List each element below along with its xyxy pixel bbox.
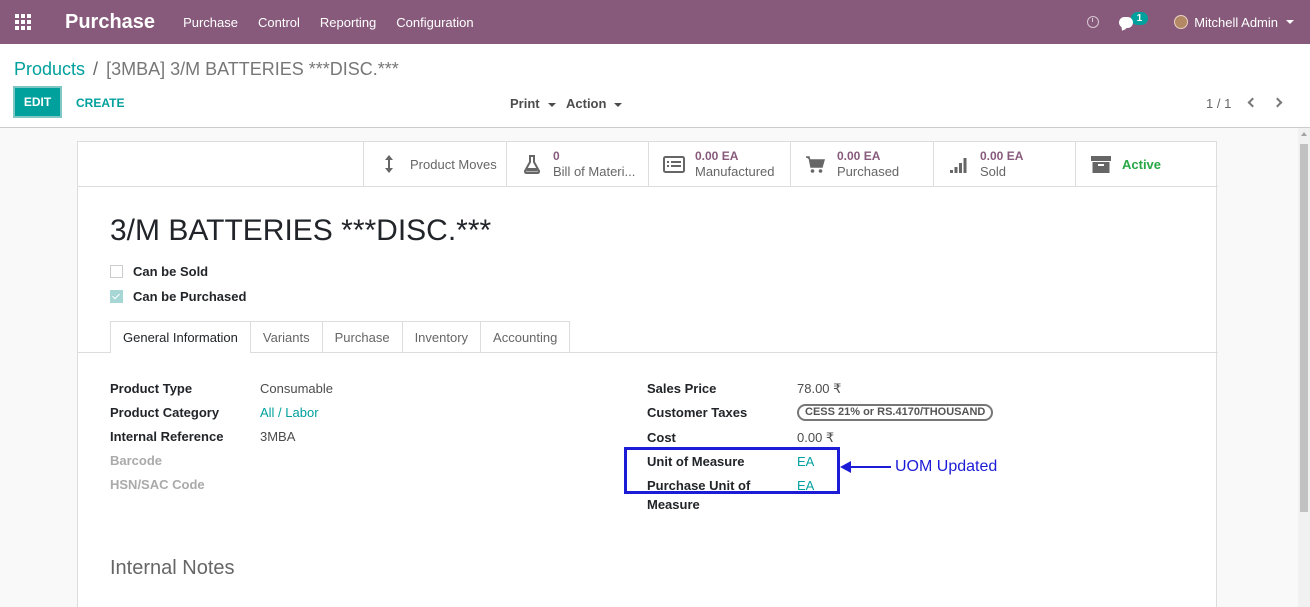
control-panel: Products / [3MBA] 3/M BATTERIES ***DISC.**… (0, 44, 1310, 128)
can-be-sold-checkbox[interactable] (110, 265, 123, 278)
sold-label: Sold (980, 164, 1007, 179)
navbar-right: 1 Mitchell Admin (1086, 0, 1310, 44)
purchased-value: 0.00 EA (837, 149, 881, 163)
sold-value: 0.00 EA (980, 149, 1024, 163)
barcode-label: Barcode (110, 453, 163, 468)
manufactured-button[interactable]: 0.00 EA Manufactured (648, 142, 790, 186)
print-dropdown-label: Print (510, 96, 540, 111)
print-dropdown[interactable]: Print (510, 96, 556, 111)
breadcrumb-products-link[interactable]: Products (14, 59, 85, 79)
product-category-label: Product Category (110, 405, 220, 420)
form-tabs: General Information Variants Purchase In… (110, 321, 571, 353)
can-be-purchased-row: Can be Purchased (110, 289, 246, 304)
scrollbar-thumb[interactable] (1300, 144, 1308, 512)
scroll-up-arrow-icon[interactable] (1301, 132, 1307, 136)
tab-accounting[interactable]: Accounting (480, 321, 571, 352)
message-count-badge: 1 (1130, 12, 1149, 25)
internal-reference-label: Internal Reference (110, 429, 224, 444)
updown-arrow-icon (385, 155, 393, 173)
form-sheet: Product Moves 0 Bill of Materi... 0.00 EA… (77, 141, 1218, 607)
breadcrumb: Products / [3MBA] 3/M BATTERIES ***DISC.**… (14, 59, 399, 80)
user-menu-name[interactable]: Mitchell Admin (1194, 15, 1278, 30)
internal-notes-heading: Internal Notes (110, 557, 235, 579)
action-dropdown-label: Action (566, 96, 607, 111)
breadcrumb-current: [3MBA] 3/M BATTERIES ***DISC.*** (106, 59, 399, 79)
menu-item-configuration[interactable]: Configuration (396, 15, 473, 30)
internal-reference-value: 3MBA (260, 429, 296, 444)
breadcrumb-separator: / (93, 59, 99, 79)
customer-tax-tag: CESS 21% or RS.4170/THOUSAND (797, 404, 994, 421)
product-category-link[interactable]: All / Labor (260, 405, 319, 420)
customer-taxes-label: Customer Taxes (647, 405, 748, 420)
uom-highlight-box (624, 447, 840, 494)
can-be-sold-row: Can be Sold (110, 264, 208, 279)
print-caret-icon (547, 102, 556, 107)
tab-variants[interactable]: Variants (249, 321, 323, 352)
bom-label: Bill of Materi... (553, 164, 636, 179)
purchase-uom-label-line2: Measure (647, 497, 700, 512)
smart-button-box: Product Moves 0 Bill of Materi... 0.00 EA… (363, 142, 1216, 186)
messages-chat-icon[interactable] (1118, 16, 1133, 28)
shopping-cart-icon (806, 156, 825, 173)
action-caret-icon (614, 102, 623, 107)
apps-menu-icon[interactable] (0, 0, 46, 44)
sold-button[interactable]: 0.00 EA Sold (933, 142, 1075, 186)
purchased-button[interactable]: 0.00 EA Purchased (790, 142, 933, 186)
product-moves-label: Product Moves (410, 156, 497, 172)
pager-previous-icon[interactable] (1247, 97, 1258, 108)
can-be-sold-label: Can be Sold (133, 264, 209, 279)
purchased-label: Purchased (837, 164, 900, 179)
cost-value: 0.00 ₹ (797, 430, 835, 445)
main-menu: Purchase Control Reporting Configuration (183, 15, 494, 30)
button-box-divider (78, 186, 1218, 187)
menu-item-reporting[interactable]: Reporting (320, 15, 376, 30)
app-title[interactable]: Purchase (65, 11, 155, 34)
uom-updated-annotation: UOM Updated (895, 458, 998, 475)
cost-label: Cost (647, 430, 676, 445)
can-be-purchased-checkbox[interactable] (110, 290, 123, 303)
user-menu-caret-icon[interactable] (1286, 20, 1294, 24)
can-be-purchased-label: Can be Purchased (133, 289, 247, 304)
archive-box-icon (1091, 156, 1111, 173)
tab-inventory[interactable]: Inventory (401, 321, 482, 352)
active-status-label: Active (1122, 156, 1162, 172)
annotation-arrow-line (845, 466, 891, 468)
menu-item-purchase[interactable]: Purchase (183, 15, 238, 30)
pager-value[interactable]: 1 / 1 (1206, 96, 1231, 111)
pager-next-icon[interactable] (1272, 97, 1284, 108)
tab-general-information[interactable]: General Information (110, 321, 251, 353)
hsn-sac-code-label: HSN/SAC Code (110, 477, 205, 492)
user-avatar[interactable] (1174, 15, 1189, 29)
edit-button[interactable]: EDIT (13, 86, 62, 118)
create-button[interactable]: CREATE (76, 96, 124, 110)
product-type-label: Product Type (110, 381, 193, 396)
bom-count: 0 (553, 149, 560, 163)
list-icon (663, 156, 685, 173)
signal-bars-icon (950, 158, 967, 173)
activity-clock-icon[interactable] (1086, 16, 1099, 28)
menu-item-control[interactable]: Control (258, 15, 300, 30)
product-moves-button[interactable]: Product Moves (363, 142, 506, 186)
product-name-title: 3/M BATTERIES ***DISC.*** (110, 214, 492, 247)
sales-price-value: 78.00 ₹ (797, 381, 842, 396)
manufactured-label: Manufactured (695, 164, 775, 179)
product-type-value: Consumable (260, 381, 333, 396)
tab-purchase[interactable]: Purchase (321, 321, 403, 352)
top-navbar: Purchase Purchase Control Reporting Conf… (0, 0, 1310, 44)
manufactured-value: 0.00 EA (695, 149, 739, 163)
action-dropdown[interactable]: Action (566, 96, 623, 111)
bill-of-materials-button[interactable]: 0 Bill of Materi... (506, 142, 648, 186)
flask-icon (523, 155, 541, 174)
sales-price-label: Sales Price (647, 381, 717, 396)
page-scrollbar[interactable] (1298, 128, 1310, 607)
active-toggle-button[interactable]: Active (1075, 142, 1216, 186)
